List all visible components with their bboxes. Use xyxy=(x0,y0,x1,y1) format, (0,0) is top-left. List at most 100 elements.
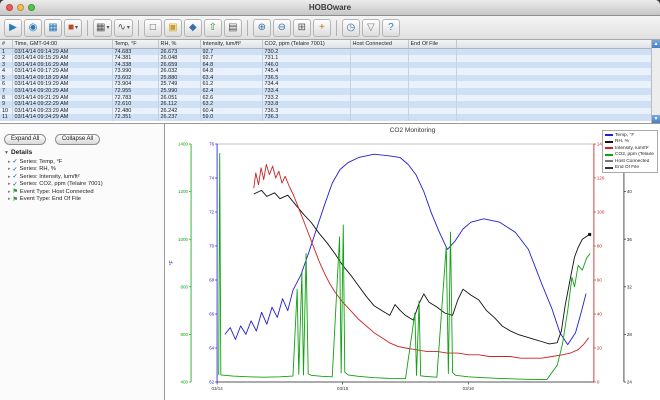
column-header-7[interactable]: End Of File xyxy=(408,40,456,48)
table-row[interactable]: 803/14/14 09:21:29 AM72.78326.05162.6733… xyxy=(0,95,651,102)
table-cell xyxy=(456,48,651,55)
tick-label-rh: 32 xyxy=(627,284,633,289)
details-tree-item[interactable]: ▸✓Series: CO2, ppm (Telaire 7001) xyxy=(4,181,160,189)
dropdown-caret-icon: ▾ xyxy=(75,24,78,31)
zoom-in-button[interactable]: ⊕ xyxy=(253,19,271,37)
legend-label: Intensity, lum/ft² xyxy=(615,146,649,151)
table-row[interactable]: 203/14/14 09:15:29 AM74.38126.04892.7731… xyxy=(0,55,651,62)
launch-device-icon: ▶ xyxy=(9,23,17,33)
launch-device-button[interactable]: ▶ xyxy=(4,19,22,37)
table-cell xyxy=(408,75,456,82)
table-cell xyxy=(350,101,408,108)
expand-arrow-icon[interactable]: ▸ xyxy=(8,189,11,195)
column-header-0[interactable]: # xyxy=(0,40,12,48)
table-cell xyxy=(456,75,651,82)
window-controls xyxy=(6,4,35,11)
table-cell xyxy=(408,88,456,95)
zoom-in-icon: ⊕ xyxy=(258,23,266,33)
expand-arrow-icon[interactable]: ▸ xyxy=(8,174,11,180)
column-header-6[interactable]: Host Connected xyxy=(350,40,408,48)
stop-device-icon: ■ xyxy=(68,23,74,33)
titlebar[interactable]: HOBOware xyxy=(0,0,660,16)
chart-svg[interactable]: 6264666870727476400600800100012001400020… xyxy=(165,124,660,400)
table-cell xyxy=(408,62,456,69)
zoom-out-button[interactable]: ⊖ xyxy=(273,19,291,37)
column-header-1[interactable]: Time, GMT-04:00 xyxy=(12,40,112,48)
table-row[interactable]: 303/14/14 09:16:29 AM74.33826.65964.8746… xyxy=(0,62,651,69)
table-cell: 736.3 xyxy=(262,114,350,121)
tick-label-temp: 74 xyxy=(209,176,215,181)
tree-item-label: Series: RH, % xyxy=(20,166,56,172)
table-cell: 03/14/14 09:17:29 AM xyxy=(12,68,112,75)
scroll-up-icon[interactable]: ▲ xyxy=(652,40,660,48)
lower-split: Expand All Collapse All ▼ Details ▸✓Seri… xyxy=(0,124,660,400)
print-button[interactable]: ▤ xyxy=(224,19,242,37)
table-cell: 4 xyxy=(0,68,12,75)
column-header-5[interactable]: CO2, ppm (Telaire 7001) xyxy=(262,40,350,48)
expand-arrow-icon[interactable]: ▸ xyxy=(8,196,11,202)
table-row[interactable]: 703/14/14 09:20:29 AM72.95525.99062.4733… xyxy=(0,88,651,95)
details-tree-item[interactable]: ▸⚑Event Type: Host Connected xyxy=(4,188,160,196)
details-tree-item[interactable]: ▸⚑Event Type: End Of File xyxy=(4,196,160,204)
new-file-button[interactable]: □ xyxy=(144,19,162,37)
tick-label-rh: 36 xyxy=(627,237,633,242)
tick-label-intensity: 120 xyxy=(597,176,605,181)
readout-device-button[interactable]: ◉ xyxy=(24,19,42,37)
details-tree-item[interactable]: ▸✓Series: Temp, °F xyxy=(4,158,160,166)
scroll-down-icon[interactable]: ▼ xyxy=(652,115,660,123)
tick-label-rh: 28 xyxy=(627,332,633,337)
tick-label-intensity: 0 xyxy=(597,380,600,385)
timezone-button[interactable]: ◷ xyxy=(342,19,360,37)
data-table-region: #Time, GMT-04:00Temp, °FRH, %Intensity, … xyxy=(0,40,660,124)
table-cell: 03/14/14 09:20:29 AM xyxy=(12,88,112,95)
table-row[interactable]: 1003/14/14 09:23:29 AM72.48026.24260.473… xyxy=(0,108,651,115)
crosshair-button[interactable]: + xyxy=(313,19,331,37)
column-header-8[interactable] xyxy=(456,40,651,48)
save-file-button[interactable]: ◆ xyxy=(184,19,202,37)
tick-label-intensity: 40 xyxy=(597,312,603,317)
help-button[interactable]: ? xyxy=(382,19,400,37)
details-tree-item[interactable]: ▸✓Series: RH, % xyxy=(4,166,160,174)
open-file-button[interactable]: ▣ xyxy=(164,19,182,37)
details-header[interactable]: ▼ Details xyxy=(4,149,160,156)
table-cell: 733.2 xyxy=(262,95,350,102)
table-cell: 1 xyxy=(0,48,12,55)
column-header-3[interactable]: RH, % xyxy=(158,40,200,48)
toolbar-separator xyxy=(138,20,139,36)
table-cell xyxy=(408,108,456,115)
dropdown-caret-icon: ▾ xyxy=(127,24,130,31)
table-row[interactable]: 503/14/14 09:18:29 AM73.60225.88063.4736… xyxy=(0,75,651,82)
expand-arrow-icon[interactable]: ▸ xyxy=(8,181,11,187)
pan-button[interactable]: ⊞ xyxy=(293,19,311,37)
plot-view-button[interactable]: ∿▾ xyxy=(114,19,132,37)
table-cell xyxy=(456,62,651,69)
table-scrollbar[interactable]: ▲ ▼ xyxy=(651,40,660,123)
table-cell: 74.381 xyxy=(112,55,158,62)
series-check-icon: ✓ xyxy=(13,166,18,173)
table-cell xyxy=(456,95,651,102)
minimize-window-button[interactable] xyxy=(17,4,24,11)
table-row[interactable]: 603/14/14 09:19:29 AM73.90425.74961.2734… xyxy=(0,81,651,88)
expand-arrow-icon[interactable]: ▸ xyxy=(8,159,11,165)
device-status-button[interactable]: ▦ xyxy=(44,19,62,37)
column-header-4[interactable]: Intensity, lum/ft² xyxy=(200,40,262,48)
close-window-button[interactable] xyxy=(6,4,13,11)
zoom-window-button[interactable] xyxy=(28,4,35,11)
table-cell: 25.880 xyxy=(158,75,200,82)
filter-button[interactable]: ▽ xyxy=(362,19,380,37)
expand-arrow-icon[interactable]: ▸ xyxy=(8,166,11,172)
table-cell xyxy=(350,62,408,69)
table-view-button[interactable]: ▦▾ xyxy=(93,19,112,37)
table-row[interactable]: 403/14/14 09:17:29 AM73.99026.03264.8745… xyxy=(0,68,651,75)
export-button[interactable]: ⇧ xyxy=(204,19,222,37)
table-row[interactable]: 103/14/14 09:14:29 AM74.68326.67392.7730… xyxy=(0,48,651,55)
table-row[interactable]: 903/14/14 09:22:29 AM72.61026.11263.2733… xyxy=(0,101,651,108)
filter-icon: ▽ xyxy=(367,23,375,33)
expand-all-button[interactable]: Expand All xyxy=(4,134,46,145)
collapse-all-button[interactable]: Collapse All xyxy=(55,134,100,145)
column-header-2[interactable]: Temp, °F xyxy=(112,40,158,48)
stop-device-button[interactable]: ■▾ xyxy=(64,19,82,37)
details-tree-item[interactable]: ▸✓Series: Intensity, lum/ft² xyxy=(4,173,160,181)
table-row[interactable]: 1103/14/14 09:24:29 AM72.35126.23759.073… xyxy=(0,114,651,121)
x-tick-label: 03/14 xyxy=(211,386,223,391)
